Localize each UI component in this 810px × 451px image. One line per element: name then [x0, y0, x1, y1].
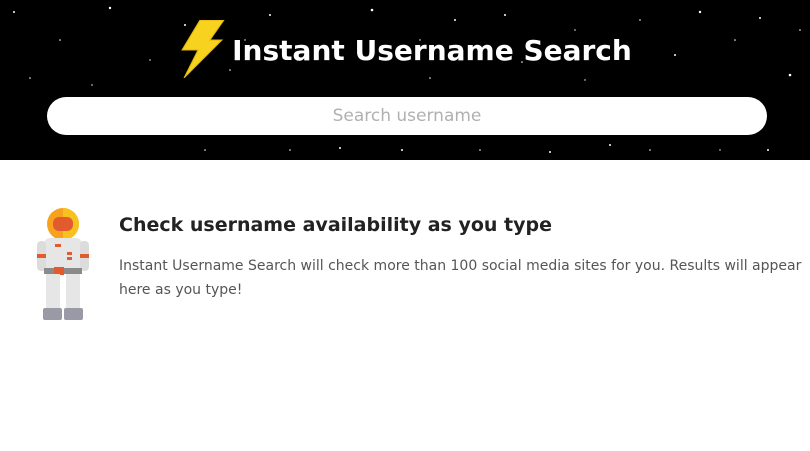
page-title: Instant Username Search	[232, 33, 632, 67]
brand: Instant Username Search	[0, 20, 810, 78]
search-input[interactable]	[47, 97, 767, 135]
astronaut-icon	[37, 208, 89, 320]
info-description: Instant Username Search will check more …	[119, 258, 802, 298]
header-banner: Instant Username Search	[0, 0, 810, 160]
lightning-bolt-icon	[181, 20, 225, 78]
info-section: Check username availability as you type …	[0, 160, 810, 451]
info-heading: Check username availability as you type	[119, 214, 552, 236]
